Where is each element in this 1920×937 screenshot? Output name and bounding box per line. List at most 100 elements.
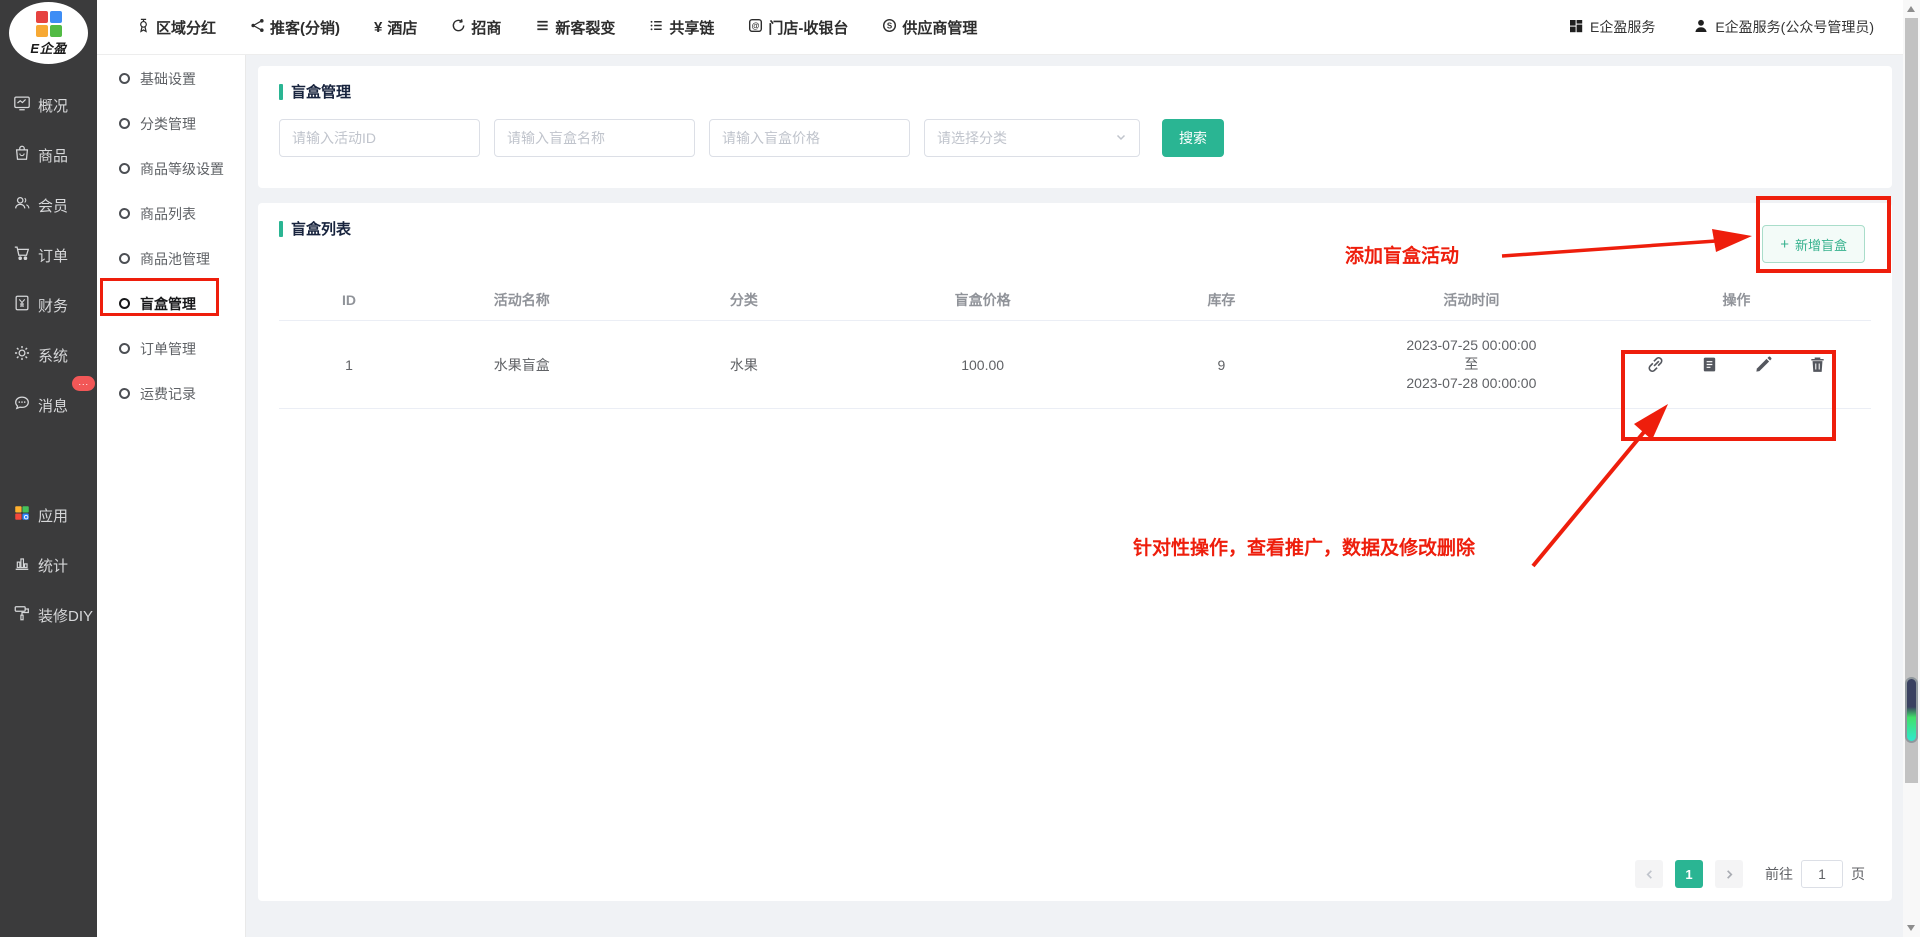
sidebar-item-finance[interactable]: 财务	[0, 280, 97, 330]
submenu-item-goods-pool[interactable]: 商品池管理	[97, 236, 245, 281]
sidebar-item-overview[interactable]: 概况	[0, 80, 97, 130]
goto-label: 前往	[1765, 864, 1793, 884]
sidebar-item-decorate-diy[interactable]: 装修DIY	[0, 590, 97, 640]
filter-card-title: 盲盒管理	[279, 81, 1871, 102]
sidebar-item-orders[interactable]: 订单	[0, 230, 97, 280]
topnav-item-supplier[interactable]: S 供应商管理	[865, 17, 994, 38]
title-accent-bar	[279, 221, 283, 237]
page-unit-label: 页	[1851, 864, 1865, 884]
delete-trash-icon[interactable]	[1808, 355, 1827, 374]
submenu-item-blindbox[interactable]: 盲盒管理	[97, 281, 245, 326]
page-title: 盲盒管理	[291, 81, 351, 102]
add-blindbox-button[interactable]: + 新增盲盒	[1762, 225, 1865, 263]
scrollbar-up-arrow-icon[interactable]	[1907, 6, 1915, 12]
cell-operations	[1602, 355, 1871, 374]
category-select-placeholder: 请选择分类	[937, 128, 1007, 148]
circle-bullet-icon	[119, 298, 130, 309]
submenu-item-order-mgmt[interactable]: 订单管理	[97, 326, 245, 371]
topnav-item-region-dividend[interactable]: 区域分红	[119, 17, 233, 38]
submenu-item-goods-level[interactable]: 商品等级设置	[97, 146, 245, 191]
circle-bullet-icon	[119, 163, 130, 174]
sidebar-item-apps[interactable]: 应用	[0, 490, 97, 540]
header-operations: 操作	[1602, 290, 1871, 310]
table-row: 1 水果盲盒 水果 100.00 9 2023-07-25 00:00:00 至…	[279, 321, 1871, 409]
submenu-item-category[interactable]: 分类管理	[97, 101, 245, 146]
system-gear-icon	[13, 344, 31, 367]
activity-id-input[interactable]	[279, 119, 480, 157]
topnav-item-new-customer[interactable]: 新客裂变	[518, 17, 632, 38]
goto-page-input[interactable]	[1801, 860, 1843, 888]
blindbox-name-input[interactable]	[494, 119, 695, 157]
list-title: 盲盒列表	[291, 218, 351, 239]
cell-category: 水果	[624, 355, 863, 375]
title-accent-bar	[279, 84, 283, 100]
scroll-pill-widget	[1905, 677, 1918, 743]
sidebar-item-messages[interactable]: 消息 ...	[0, 380, 97, 430]
app-logo[interactable]: E企盈	[9, 2, 88, 64]
submenu-item-freight[interactable]: 运费记录	[97, 371, 245, 416]
plus-icon: +	[1780, 237, 1789, 252]
cell-price: 100.00	[863, 357, 1102, 373]
sidebar-item-stats[interactable]: 统计	[0, 540, 97, 590]
svg-text:S: S	[887, 21, 892, 30]
paint-roller-icon	[13, 604, 31, 627]
pagination: 1 前往 页	[1635, 860, 1865, 888]
prev-page-button[interactable]	[1635, 860, 1663, 888]
topnav-item-store-cashier[interactable]: @ 门店-收银台	[731, 17, 865, 38]
account-menu[interactable]: E企盈服务(公众号管理员)	[1693, 17, 1874, 37]
main-content: 盲盒管理 请选择分类 搜索 盲盒列表 + 新增盲盒 ID 活动名称 分类	[246, 55, 1904, 937]
share-icon	[250, 18, 265, 37]
topnav-item-distribution[interactable]: 推客(分销)	[233, 17, 357, 38]
cell-activity-name: 水果盲盒	[419, 355, 624, 375]
data-report-icon[interactable]	[1700, 355, 1719, 374]
supplier-s-icon: S	[882, 18, 897, 37]
blindbox-table: ID 活动名称 分类 盲盒价格 库存 活动时间 操作 1 水果盲盒 水果 100…	[279, 279, 1871, 409]
topnav: 区域分红 推客(分销) ¥ 酒店 招商 新客裂变 共享链 @ 门店-收银台 S …	[97, 17, 994, 38]
scrollbar-thumb[interactable]	[1905, 18, 1918, 783]
header-stock: 库存	[1102, 290, 1341, 310]
browser-scrollbar[interactable]	[1903, 0, 1920, 937]
service-menu[interactable]: E企盈服务	[1568, 17, 1655, 37]
logo-mark-icon	[36, 11, 62, 37]
page-number-current[interactable]: 1	[1675, 860, 1703, 888]
header-activity-name: 活动名称	[419, 290, 624, 310]
submenu-item-goods-list[interactable]: 商品列表	[97, 191, 245, 236]
three-lines-icon	[535, 18, 550, 37]
submenu-item-basic-settings[interactable]: 基础设置	[97, 56, 245, 101]
category-select[interactable]: 请选择分类	[924, 119, 1140, 157]
circle-bullet-icon	[119, 253, 130, 264]
storefront-icon: @	[748, 18, 763, 37]
members-icon	[13, 194, 31, 217]
messages-badge: ...	[72, 376, 95, 391]
time-end: 2023-07-28 00:00:00	[1341, 374, 1602, 393]
circle-bullet-icon	[119, 118, 130, 129]
orders-icon	[13, 244, 31, 267]
table-header-row: ID 活动名称 分类 盲盒价格 库存 活动时间 操作	[279, 279, 1871, 321]
sidebar-item-system[interactable]: 系统	[0, 330, 97, 380]
grid-icon	[1568, 18, 1584, 37]
topnav-item-investment[interactable]: 招商	[434, 17, 518, 38]
edit-pencil-icon[interactable]	[1754, 355, 1773, 374]
search-button[interactable]: 搜索	[1162, 119, 1224, 157]
overview-icon	[13, 94, 31, 117]
sidebar-item-members[interactable]: 会员	[0, 180, 97, 230]
cell-activity-time: 2023-07-25 00:00:00 至 2023-07-28 00:00:0…	[1341, 336, 1602, 393]
cell-id: 1	[279, 357, 419, 373]
list-icon	[649, 18, 664, 37]
next-page-button[interactable]	[1715, 860, 1743, 888]
svg-text:@: @	[752, 21, 760, 30]
filter-card: 盲盒管理 请选择分类 搜索	[258, 66, 1892, 188]
promo-link-icon[interactable]	[1646, 355, 1665, 374]
primary-sidebar: E企盈 概况 商品 会员 订单 财务 系统 消息 ...	[0, 0, 97, 937]
topnav-item-hotel[interactable]: ¥ 酒店	[357, 17, 434, 38]
header-price: 盲盒价格	[863, 290, 1102, 310]
chevron-down-icon	[1115, 130, 1127, 146]
scrollbar-down-arrow-icon[interactable]	[1907, 925, 1915, 931]
circle-bullet-icon	[119, 343, 130, 354]
stats-icon	[13, 554, 31, 577]
time-separator: 至	[1341, 355, 1602, 374]
topnav-item-share-chain[interactable]: 共享链	[632, 17, 731, 38]
blindbox-price-input[interactable]	[709, 119, 910, 157]
sidebar-item-goods[interactable]: 商品	[0, 130, 97, 180]
header-id: ID	[279, 292, 419, 308]
